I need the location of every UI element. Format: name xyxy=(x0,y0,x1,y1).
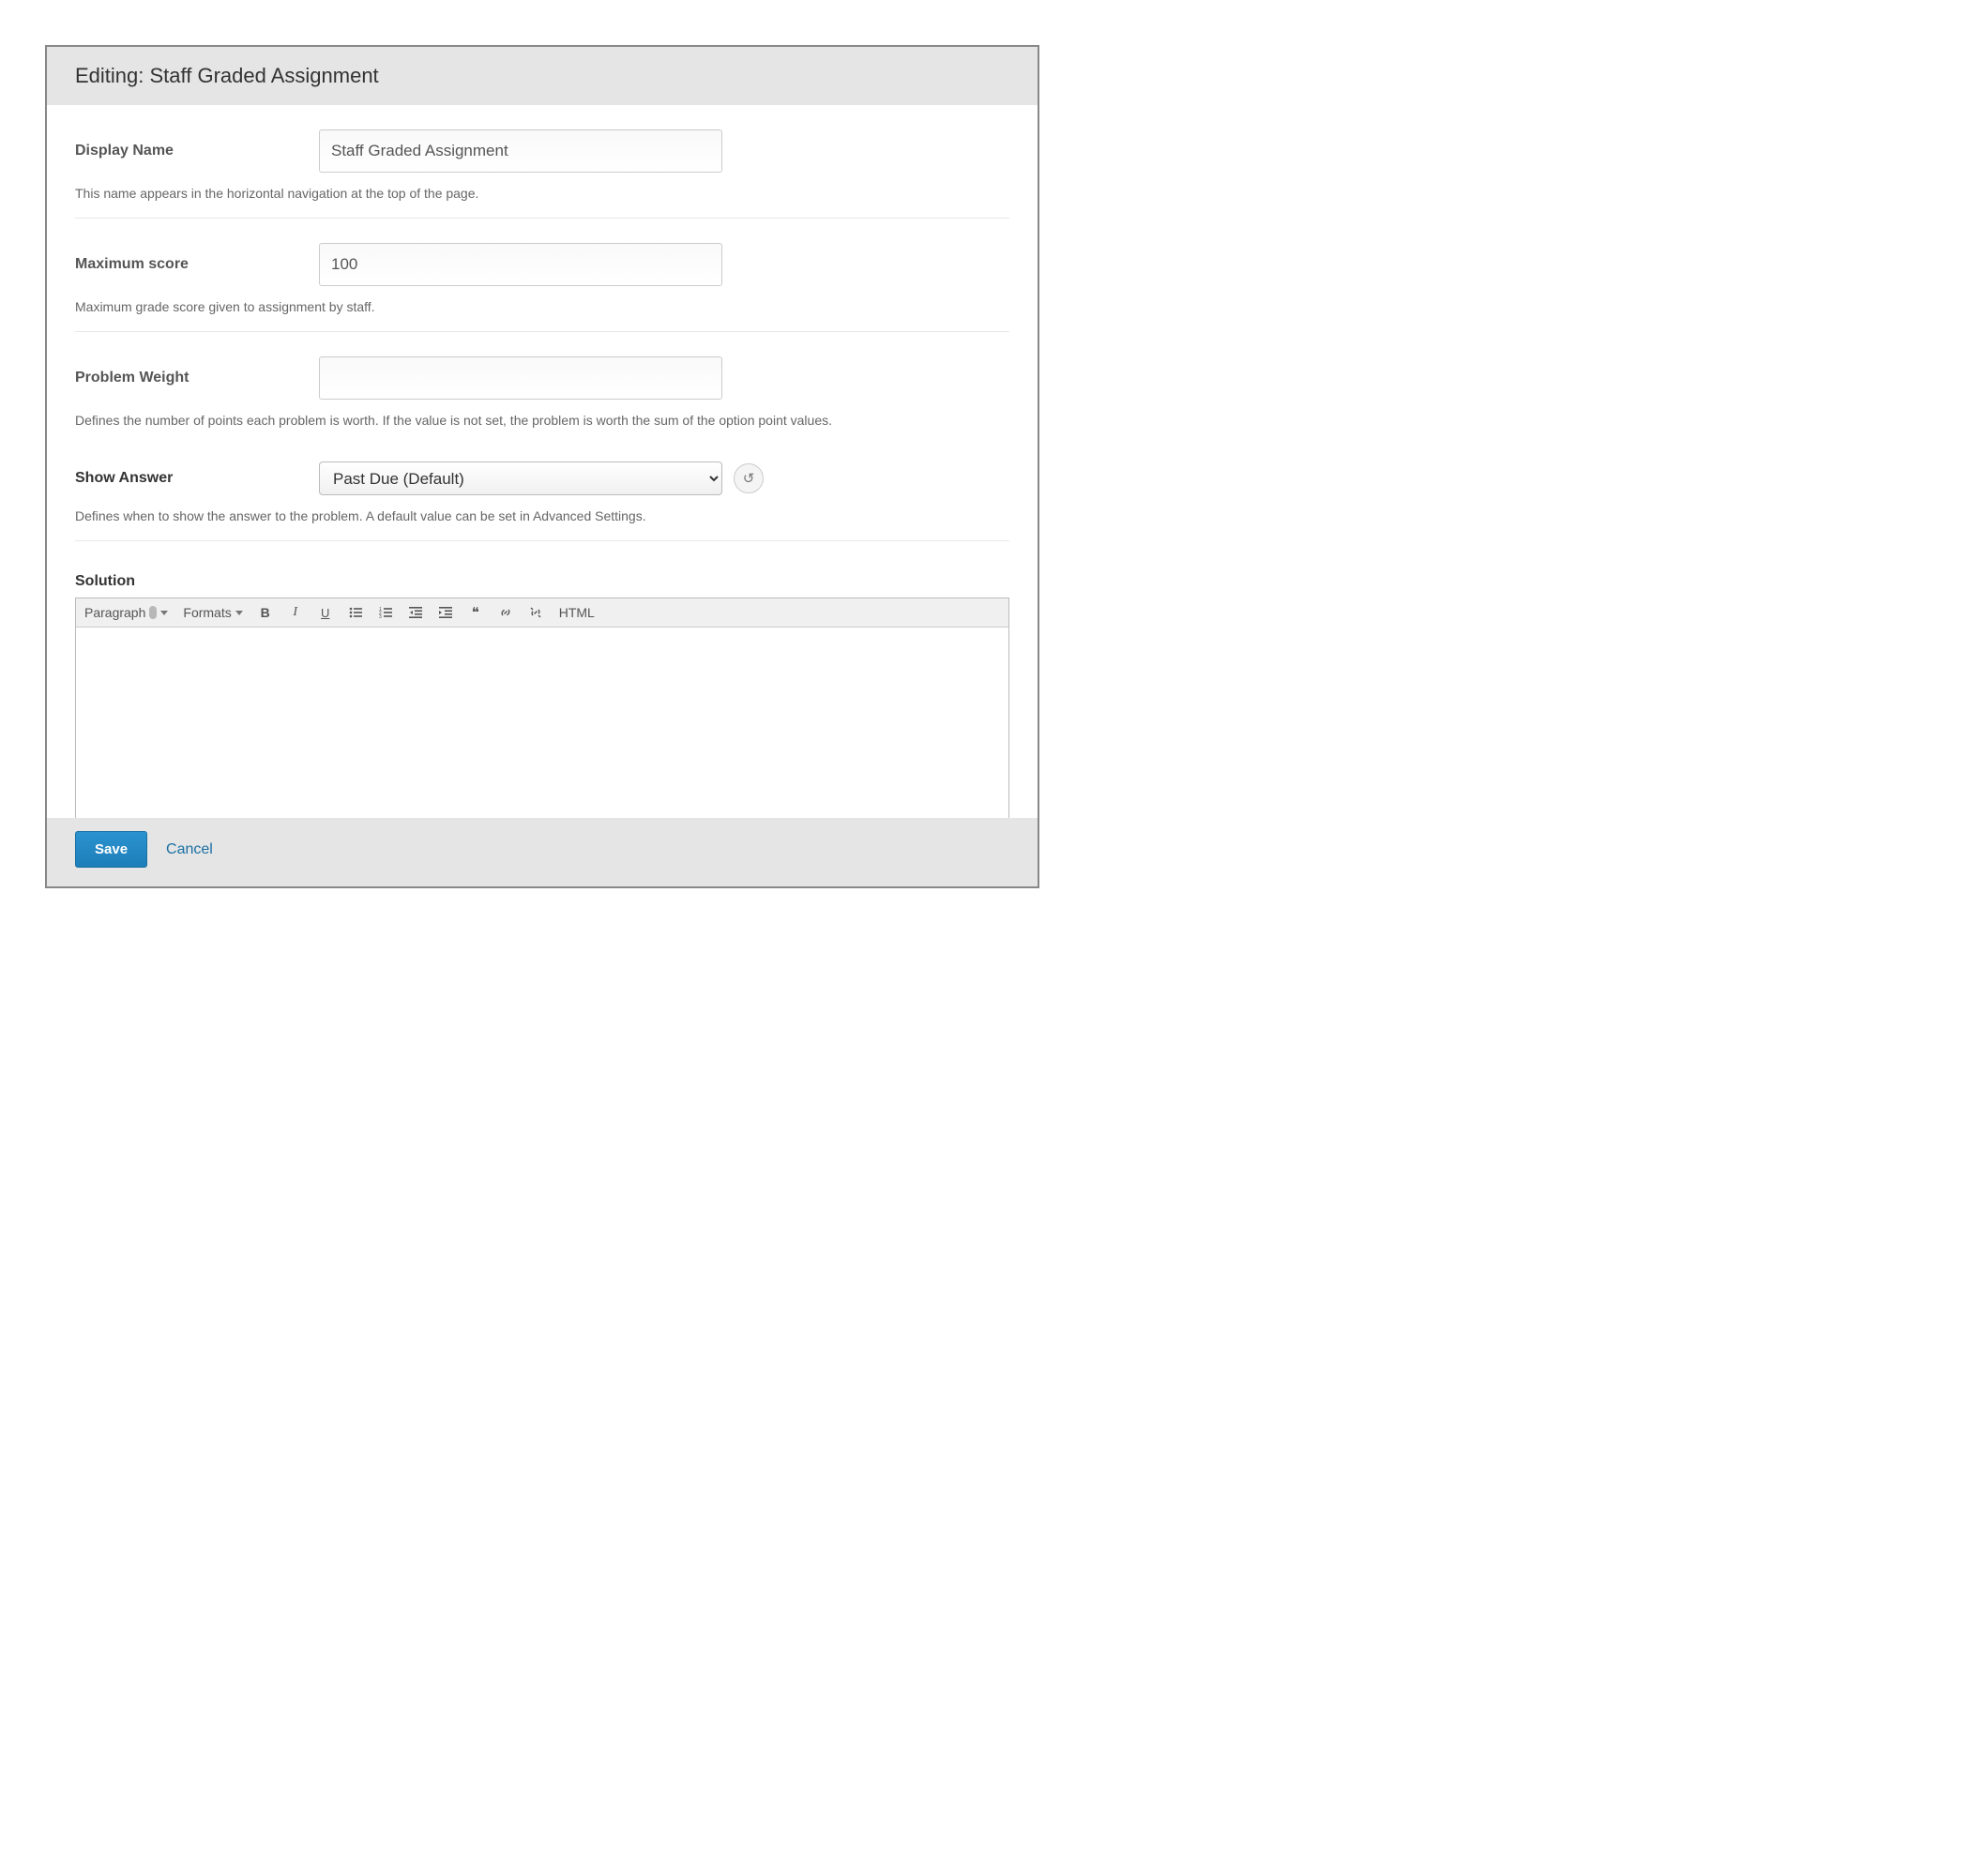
outdent-icon xyxy=(409,607,422,618)
paragraph-dropdown[interactable]: Paragraph xyxy=(83,603,169,622)
html-button[interactable]: HTML xyxy=(557,603,597,622)
save-button[interactable]: Save xyxy=(75,831,147,868)
link-button[interactable] xyxy=(497,604,514,621)
maximum-score-label: Maximum score xyxy=(75,256,319,273)
display-name-help: This name appears in the horizontal navi… xyxy=(75,186,1009,201)
underline-button[interactable]: U xyxy=(317,604,334,622)
paragraph-icon xyxy=(149,606,157,619)
show-answer-help: Defines when to show the answer to the p… xyxy=(75,508,1009,523)
maximum-score-input[interactable] xyxy=(319,243,722,286)
formats-label: Formats xyxy=(183,605,231,620)
indent-icon xyxy=(439,607,452,618)
modal-body[interactable]: Display Name This name appears in the ho… xyxy=(47,105,1038,818)
link-icon xyxy=(499,606,512,619)
svg-text:3: 3 xyxy=(379,614,382,618)
problem-weight-input[interactable] xyxy=(319,356,722,400)
numbered-list-button[interactable]: 123 xyxy=(377,605,394,620)
undo-icon: ↺ xyxy=(743,470,755,487)
display-name-input[interactable] xyxy=(319,129,722,173)
outdent-button[interactable] xyxy=(407,605,424,620)
reset-button[interactable]: ↺ xyxy=(734,463,764,493)
problem-weight-label: Problem Weight xyxy=(75,370,319,386)
caret-down-icon xyxy=(160,611,168,615)
problem-weight-help: Defines the number of points each proble… xyxy=(75,413,1009,428)
display-name-label: Display Name xyxy=(75,143,319,159)
quote-button[interactable]: ❝ xyxy=(467,602,484,623)
modal-footer: Save Cancel xyxy=(47,818,1038,886)
paragraph-label: Paragraph xyxy=(84,605,145,620)
modal-header: Editing: Staff Graded Assignment xyxy=(47,47,1038,105)
formats-dropdown[interactable]: Formats xyxy=(182,603,243,622)
unlink-icon xyxy=(529,606,542,619)
italic-button[interactable]: I xyxy=(287,603,304,622)
cancel-button[interactable]: Cancel xyxy=(166,841,213,858)
indent-button[interactable] xyxy=(437,605,454,620)
field-solution: Solution Paragraph Formats B I U xyxy=(75,541,1009,818)
modal-title: Editing: Staff Graded Assignment xyxy=(75,64,1009,88)
bullet-list-button[interactable] xyxy=(347,605,364,620)
field-problem-weight: Problem Weight Defines the number of poi… xyxy=(75,332,1009,445)
solution-textarea[interactable] xyxy=(76,628,1008,818)
numbered-list-icon: 123 xyxy=(379,607,392,618)
editor-toolbar: Paragraph Formats B I U 123 xyxy=(76,598,1008,628)
rich-text-editor: Paragraph Formats B I U 123 xyxy=(75,598,1009,818)
field-maximum-score: Maximum score Maximum grade score given … xyxy=(75,219,1009,332)
solution-label: Solution xyxy=(75,541,1009,590)
maximum-score-help: Maximum grade score given to assignment … xyxy=(75,299,1009,314)
caret-down-icon xyxy=(235,611,243,615)
field-show-answer: Show Answer Past Due (Default) ↺ Defines… xyxy=(75,445,1009,541)
show-answer-select[interactable]: Past Due (Default) xyxy=(319,461,722,495)
show-answer-label: Show Answer xyxy=(75,470,319,487)
unlink-button[interactable] xyxy=(527,604,544,621)
bullet-list-icon xyxy=(349,607,362,618)
editor-modal: Editing: Staff Graded Assignment Display… xyxy=(45,45,1039,888)
bold-button[interactable]: B xyxy=(257,603,274,622)
field-display-name: Display Name This name appears in the ho… xyxy=(75,105,1009,219)
